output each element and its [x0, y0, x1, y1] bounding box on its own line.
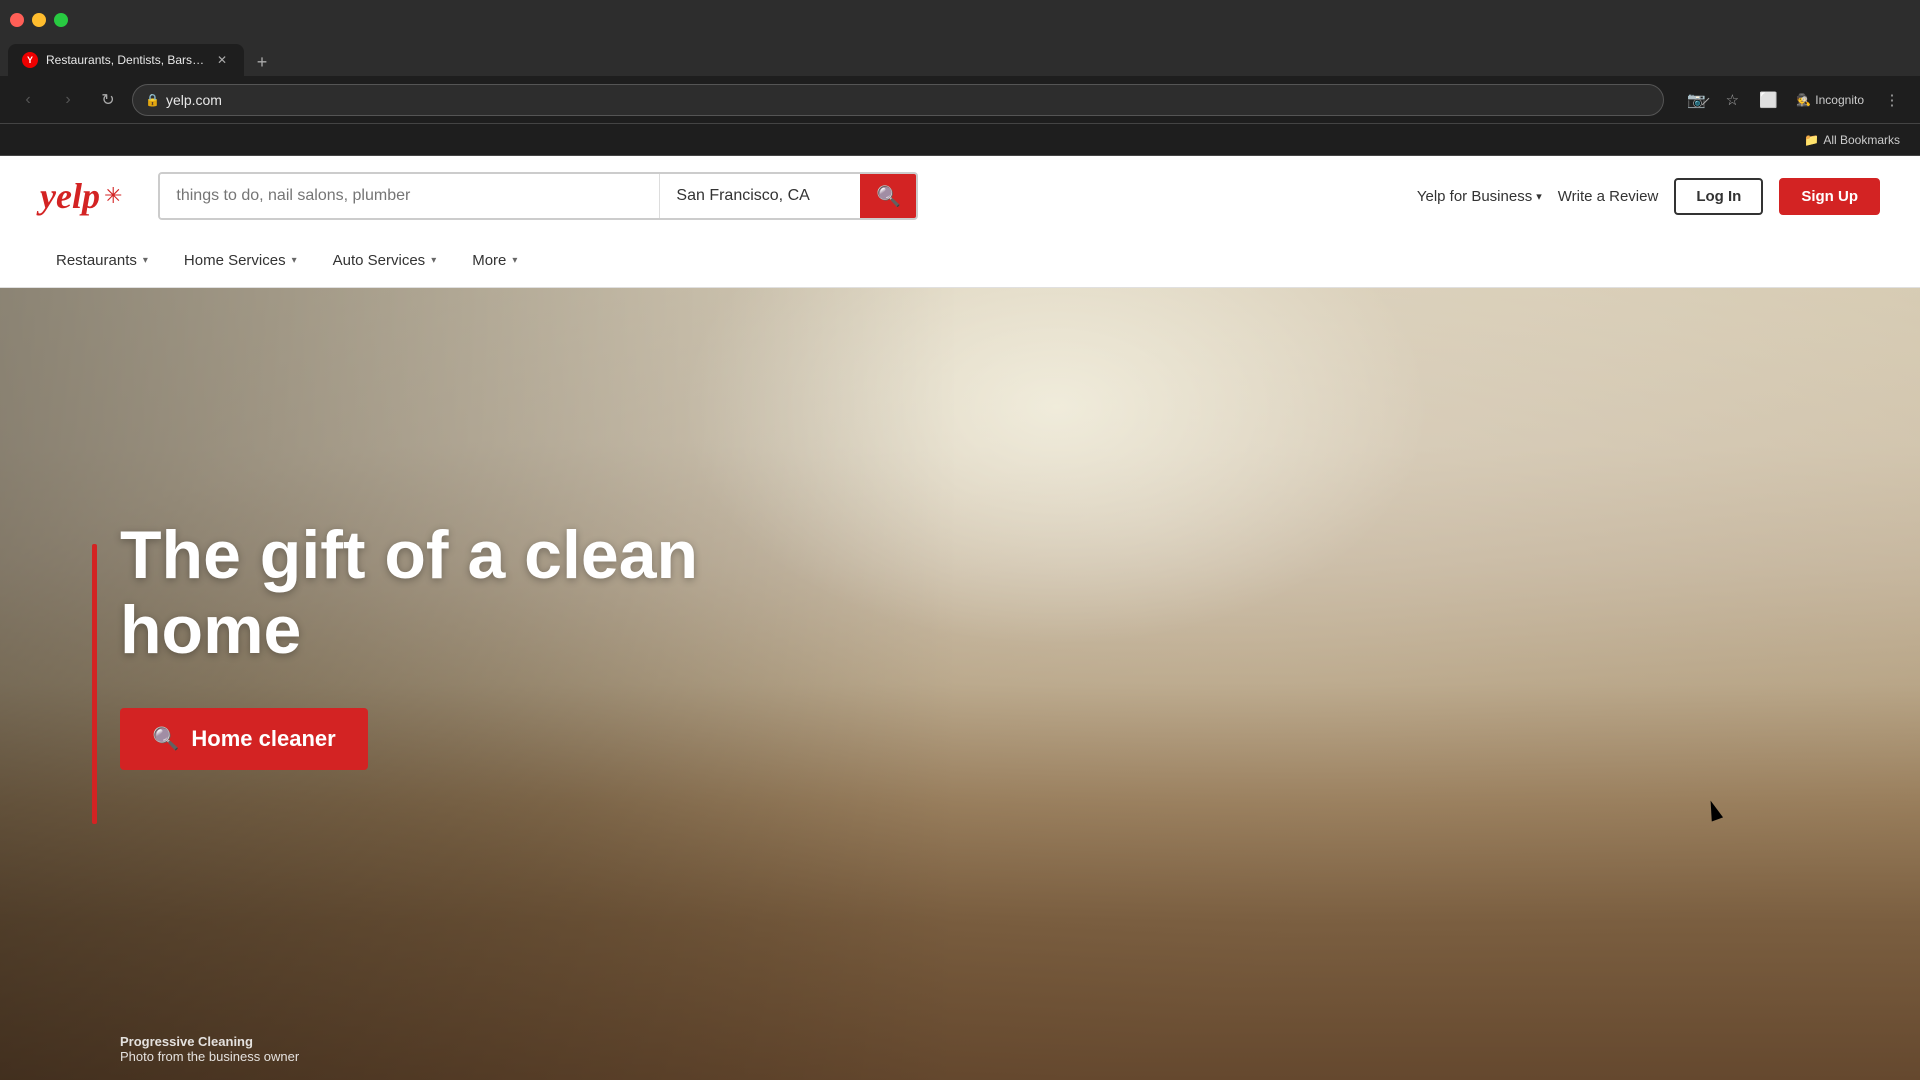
- forward-button[interactable]: ›: [52, 84, 84, 116]
- back-icon: ‹: [25, 91, 30, 109]
- nav-home-services-chevron: ▾: [292, 255, 297, 266]
- toolbar-actions: 📷̷ ☆ ⬜ 🕵 Incognito ⋮: [1680, 84, 1908, 116]
- nav-item-home-services[interactable]: Home Services ▾: [168, 236, 313, 288]
- search-button[interactable]: 🔍: [860, 174, 916, 218]
- incognito-label: Incognito: [1815, 93, 1864, 107]
- yelp-header: yelp ✳ 🔍 Yelp for Business ▾ Write a Rev…: [0, 156, 1920, 236]
- hero-title: The gift of a clean home: [120, 518, 720, 668]
- search-container: 🔍: [158, 172, 918, 220]
- hero-title-line1: The gift of a clean: [120, 517, 698, 593]
- tab-close-button[interactable]: ✕: [214, 52, 230, 68]
- left-accent-bar: [92, 544, 97, 824]
- forward-icon: ›: [65, 91, 70, 109]
- menu-button[interactable]: ⋮: [1876, 84, 1908, 116]
- address-text: yelp.com: [166, 92, 1651, 108]
- write-review-link[interactable]: Write a Review: [1558, 188, 1659, 205]
- yelp-for-business-chevron: ▾: [1536, 190, 1542, 203]
- search-icon: 🔍: [876, 184, 901, 209]
- yelp-for-business-link[interactable]: Yelp for Business ▾: [1417, 188, 1542, 205]
- lock-icon: 🔒: [145, 93, 160, 107]
- hero-title-line2: home: [120, 592, 301, 668]
- no-camera-icon-btn[interactable]: 📷̷: [1680, 84, 1712, 116]
- browser-tabs: Y Restaurants, Dentists, Bars, Bea ✕ +: [0, 40, 1920, 76]
- bookmarks-container: 📁 All Bookmarks: [1796, 129, 1908, 151]
- active-tab[interactable]: Y Restaurants, Dentists, Bars, Bea ✕: [8, 44, 244, 76]
- hero-content: The gift of a clean home 🔍 Home cleaner: [0, 288, 1920, 1080]
- split-view-icon: ⬜: [1759, 91, 1778, 109]
- yelp-page: yelp ✳ 🔍 Yelp for Business ▾ Write a Rev…: [0, 156, 1920, 1080]
- signup-button[interactable]: Sign Up: [1779, 178, 1880, 215]
- search-what-input[interactable]: [160, 174, 660, 218]
- tab-title: Restaurants, Dentists, Bars, Bea: [46, 53, 206, 67]
- photo-credit: Progressive Cleaning Photo from the busi…: [120, 1034, 299, 1064]
- window-maximize-button[interactable]: [54, 13, 68, 27]
- browser-chrome: Y Restaurants, Dentists, Bars, Bea ✕ + ‹…: [0, 0, 1920, 156]
- reload-button[interactable]: ↻: [92, 84, 124, 116]
- window-minimize-button[interactable]: [32, 13, 46, 27]
- browser-titlebar: [0, 0, 1920, 40]
- login-button[interactable]: Log In: [1674, 178, 1763, 215]
- nav-item-auto-services[interactable]: Auto Services ▾: [317, 236, 453, 288]
- yelp-nav: Restaurants ▾ Home Services ▾ Auto Servi…: [0, 236, 1920, 288]
- search-where-input[interactable]: [660, 174, 860, 218]
- browser-toolbar: ‹ › ↻ 🔒 yelp.com 📷̷ ☆ ⬜ 🕵 Incognito: [0, 76, 1920, 124]
- home-cleaner-button[interactable]: 🔍 Home cleaner: [120, 708, 368, 770]
- nav-restaurants-chevron: ▾: [143, 255, 148, 266]
- bookmarks-bar: 📁 All Bookmarks: [0, 124, 1920, 156]
- nav-auto-services-chevron: ▾: [431, 255, 436, 266]
- address-bar[interactable]: 🔒 yelp.com: [132, 84, 1664, 116]
- nav-more-chevron: ▾: [512, 255, 517, 266]
- home-cleaner-search-icon: 🔍: [152, 726, 179, 752]
- back-button[interactable]: ‹: [12, 84, 44, 116]
- all-bookmarks-item[interactable]: 📁 All Bookmarks: [1796, 129, 1908, 151]
- bookmarks-folder-icon: 📁: [1804, 133, 1819, 147]
- tab-favicon: Y: [22, 52, 38, 68]
- nav-auto-services-label: Auto Services: [333, 252, 426, 269]
- window-controls: [10, 13, 68, 27]
- header-actions: Yelp for Business ▾ Write a Review Log I…: [1417, 178, 1880, 215]
- photo-credit-caption: Photo from the business owner: [120, 1049, 299, 1064]
- yelp-for-business-label: Yelp for Business: [1417, 188, 1532, 205]
- nav-item-more[interactable]: More ▾: [456, 236, 533, 288]
- nav-restaurants-label: Restaurants: [56, 252, 137, 269]
- incognito-indicator[interactable]: 🕵 Incognito: [1788, 89, 1872, 111]
- reload-icon: ↻: [101, 90, 114, 110]
- nav-home-services-label: Home Services: [184, 252, 286, 269]
- nav-item-restaurants[interactable]: Restaurants ▾: [40, 236, 164, 288]
- yelp-logo[interactable]: yelp ✳: [40, 175, 122, 217]
- all-bookmarks-label: All Bookmarks: [1823, 133, 1900, 147]
- incognito-icon: 🕵: [1796, 93, 1811, 107]
- nav-more-label: More: [472, 252, 506, 269]
- no-camera-icon: 📷̷: [1687, 91, 1706, 109]
- split-view-button[interactable]: ⬜: [1752, 84, 1784, 116]
- yelp-logo-burst-icon: ✳: [104, 183, 122, 209]
- menu-icon: ⋮: [1885, 91, 1900, 109]
- yelp-logo-text: yelp: [40, 175, 100, 217]
- photo-credit-name: Progressive Cleaning: [120, 1034, 299, 1049]
- new-tab-button[interactable]: +: [248, 48, 276, 76]
- home-cleaner-label: Home cleaner: [191, 726, 335, 752]
- star-button[interactable]: ☆: [1716, 84, 1748, 116]
- star-icon: ☆: [1726, 91, 1739, 109]
- hero-section: yelp ✳ 🔍 Yelp for Business ▾ Write a Rev…: [0, 156, 1920, 1080]
- window-close-button[interactable]: [10, 13, 24, 27]
